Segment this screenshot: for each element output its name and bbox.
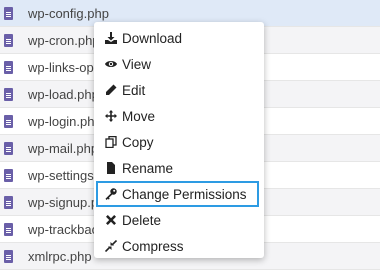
move-arrows-icon <box>104 109 118 123</box>
menu-item-label: Delete <box>122 212 162 228</box>
file-name: wp-login.ph <box>28 113 95 129</box>
file-icon <box>4 141 13 155</box>
file-icon <box>4 168 13 182</box>
file-icon <box>4 195 13 209</box>
menu-item-change-permissions[interactable]: Change Permissions <box>96 181 259 207</box>
file-icon <box>4 60 13 74</box>
file-name: wp-trackbac <box>28 221 99 237</box>
menu-item-move[interactable]: Move <box>94 103 260 129</box>
menu-item-label: Move <box>122 108 156 124</box>
menu-item-delete[interactable]: Delete <box>94 207 260 233</box>
menu-item-label: Copy <box>122 134 154 150</box>
key-icon <box>104 187 118 201</box>
file-icon <box>4 114 13 128</box>
menu-item-label: Rename <box>122 160 174 176</box>
file-icon <box>104 161 118 175</box>
menu-item-label: Edit <box>122 82 146 98</box>
file-icon <box>4 33 13 47</box>
menu-item-view[interactable]: View <box>94 51 260 77</box>
file-name: wp-cron.php <box>28 32 100 48</box>
file-name: wp-load.php <box>28 86 99 102</box>
copy-icon <box>104 135 118 149</box>
file-icon <box>4 249 13 263</box>
file-icon <box>4 6 13 20</box>
file-icon <box>4 87 13 101</box>
eye-icon <box>104 57 118 71</box>
file-name: xmlrpc.php <box>28 248 92 264</box>
menu-item-copy[interactable]: Copy <box>94 129 260 155</box>
menu-item-label: Change Permissions <box>122 186 247 202</box>
compress-icon <box>104 239 118 253</box>
pencil-icon <box>104 83 118 97</box>
file-name: wp-signup.p <box>28 194 99 210</box>
menu-item-download[interactable]: Download <box>94 25 260 51</box>
file-name: wp-config.php <box>28 5 109 21</box>
x-icon <box>104 213 118 227</box>
context-menu: Download View Edit Move Copy Rename Chan… <box>94 22 264 258</box>
download-icon <box>104 31 118 45</box>
menu-item-edit[interactable]: Edit <box>94 77 260 103</box>
file-name: wp-mail.php <box>28 140 99 156</box>
file-icon <box>4 222 13 236</box>
file-name: wp-links-op <box>28 59 94 75</box>
menu-item-label: Download <box>122 30 183 46</box>
menu-item-label: Compress <box>122 238 184 254</box>
menu-item-compress[interactable]: Compress <box>94 233 260 259</box>
file-name: wp-settings <box>28 167 94 183</box>
menu-item-label: View <box>122 56 152 72</box>
menu-item-rename[interactable]: Rename <box>94 155 260 181</box>
